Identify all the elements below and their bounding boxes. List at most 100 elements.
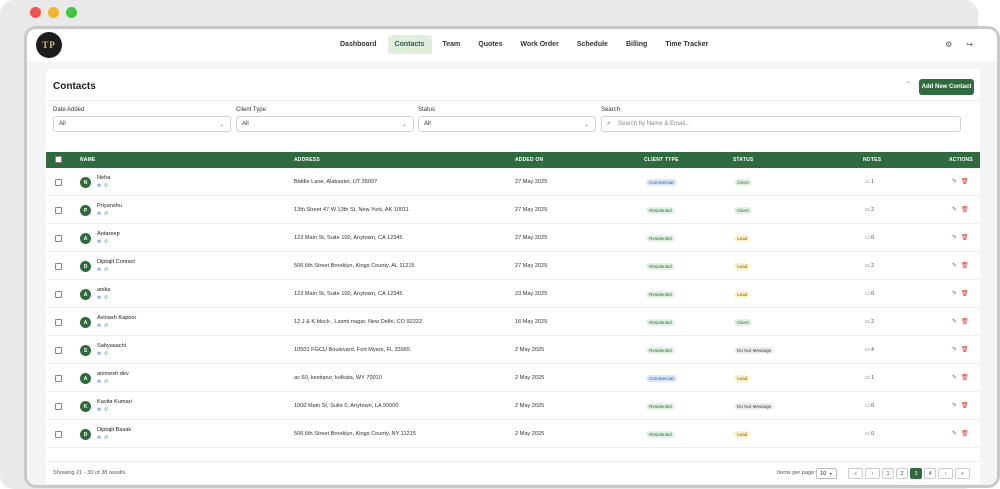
phone-icon[interactable]: ✆ [104,323,108,329]
table-row[interactable]: S Sabyasachi ✉ ✆ 10501 FGCU Boulevard, Fort … [46,336,980,364]
table-row[interactable]: D Diptajit Contact ✉ ✆ 506 6th Street Brookl… [46,252,980,280]
company-logo[interactable]: TP [36,32,62,58]
notes-count[interactable]: ▭ 4 [865,347,874,353]
row-checkbox[interactable] [55,319,62,326]
page-button-4[interactable]: 4 [924,468,936,479]
row-checkbox[interactable] [55,375,62,382]
phone-icon[interactable]: ✆ [104,295,108,301]
nav-item-contacts[interactable]: Contacts [387,35,432,54]
page-button-1[interactable]: 1 [882,468,894,479]
close-dot-icon[interactable] [30,7,41,18]
delete-icon[interactable]: 🗑 [961,235,969,241]
edit-icon[interactable]: ✎ [952,319,957,325]
maximize-dot-icon[interactable] [66,7,77,18]
edit-icon[interactable]: ✎ [952,179,957,185]
nav-item-schedule[interactable]: Schedule [570,35,615,54]
contact-name[interactable]: Avinash Kapoor [97,315,136,321]
table-row[interactable]: A Avinash Kapoor ✉ ✆ 12 J & K block , Laxmi … [46,308,980,336]
phone-icon[interactable]: ✆ [104,379,108,385]
delete-icon[interactable]: 🗑 [961,403,969,409]
nav-item-billing[interactable]: Billing [619,35,654,54]
delete-icon[interactable]: 🗑 [961,347,969,353]
contact-name[interactable]: animesh dev [97,371,129,377]
edit-icon[interactable]: ✎ [952,375,957,381]
email-icon[interactable]: ✉ [97,407,101,413]
col-status[interactable]: STATUS [733,152,753,168]
edit-icon[interactable]: ✎ [952,235,957,241]
edit-icon[interactable]: ✎ [952,347,957,353]
email-icon[interactable]: ✉ [97,211,101,217]
phone-icon[interactable]: ✆ [104,239,108,245]
page-nav-button[interactable]: ‹ [865,468,880,479]
col-notes[interactable]: NOTES [863,152,881,168]
row-checkbox[interactable] [55,347,62,354]
notes-count[interactable]: ▭ 0 [865,235,874,241]
minimize-dot-icon[interactable] [48,7,59,18]
delete-icon[interactable]: 🗑 [961,431,969,437]
delete-icon[interactable]: 🗑 [961,263,969,269]
row-checkbox[interactable] [55,291,62,298]
contact-name[interactable]: Diptajit Basak [97,427,131,433]
email-icon[interactable]: ✉ [97,379,101,385]
collapse-chevron-icon[interactable]: ⌃ [906,81,911,88]
delete-icon[interactable]: 🗑 [961,375,969,381]
nav-item-work-order[interactable]: Work Order [513,35,565,54]
page-nav-button[interactable]: « [848,468,863,479]
row-checkbox[interactable] [55,263,62,270]
select-all-checkbox[interactable] [55,156,62,163]
table-row[interactable]: K Kavita Kumari ✉ ✆ 1000 Main St, Suite 0, A… [46,392,980,420]
contact-name[interactable]: Neha [97,175,110,181]
row-checkbox[interactable] [55,403,62,410]
nav-item-team[interactable]: Team [436,35,468,54]
email-icon[interactable]: ✉ [97,435,101,441]
contact-name[interactable]: Sabyasachi [97,343,126,349]
edit-icon[interactable]: ✎ [952,403,957,409]
phone-icon[interactable]: ✆ [104,183,108,189]
email-icon[interactable]: ✉ [97,351,101,357]
notes-count[interactable]: ▭ 0 [865,431,874,437]
table-row[interactable]: Aanimesh dev ✉ ✆ ac 60, kestopur, kolkata, … [46,364,980,392]
status-select[interactable]: All ⌄ [418,116,596,132]
notes-count[interactable]: ▭ 0 [865,291,874,297]
notes-count[interactable]: ▭ 2 [865,207,874,213]
col-added-on[interactable]: ADDED ON [515,152,543,168]
notes-count[interactable]: ▭ 2 [865,319,874,325]
date-added-select[interactable]: All ⌄ [53,116,231,132]
col-client-type[interactable]: CLIENT TYPE [644,152,679,168]
contact-name[interactable]: Priyanshu [97,203,122,209]
edit-icon[interactable]: ✎ [952,207,957,213]
notes-count[interactable]: ▭ 1 [865,375,874,381]
notes-count[interactable]: ▭ 0 [865,403,874,409]
email-icon[interactable]: ✉ [97,323,101,329]
phone-icon[interactable]: ✆ [104,351,108,357]
logout-icon[interactable]: ↪ [966,40,973,49]
email-icon[interactable]: ✉ [97,183,101,189]
row-checkbox[interactable] [55,431,62,438]
add-new-contact-button[interactable]: Add New Contact [919,79,974,95]
delete-icon[interactable]: 🗑 [961,207,969,213]
page-nav-button[interactable]: › [938,468,953,479]
phone-icon[interactable]: ✆ [104,267,108,273]
row-checkbox[interactable] [55,207,62,214]
notes-count[interactable]: ▭ 1 [865,179,874,185]
page-button-3[interactable]: 3 [910,468,922,479]
page-nav-button[interactable]: » [955,468,970,479]
phone-icon[interactable]: ✆ [104,407,108,413]
settings-icon[interactable]: ⚙ [945,40,952,49]
phone-icon[interactable]: ✆ [104,435,108,441]
table-row[interactable]: D Diptajit Basak ✉ ✆ 506 6th Street Brooklyn… [46,420,980,448]
notes-count[interactable]: ▭ 2 [865,263,874,269]
nav-item-dashboard[interactable]: Dashboard [333,35,384,54]
contact-name[interactable]: Diptajit Contact [97,259,135,265]
nav-item-quotes[interactable]: Quotes [471,35,509,54]
email-icon[interactable]: ✉ [97,267,101,273]
nav-item-time-tracker[interactable]: Time Tracker [658,35,715,54]
row-checkbox[interactable] [55,179,62,186]
delete-icon[interactable]: 🗑 [961,179,969,185]
delete-icon[interactable]: 🗑 [961,291,969,297]
edit-icon[interactable]: ✎ [952,431,957,437]
delete-icon[interactable]: 🗑 [961,319,969,325]
email-icon[interactable]: ✉ [97,239,101,245]
edit-icon[interactable]: ✎ [952,291,957,297]
page-button-2[interactable]: 2 [896,468,908,479]
